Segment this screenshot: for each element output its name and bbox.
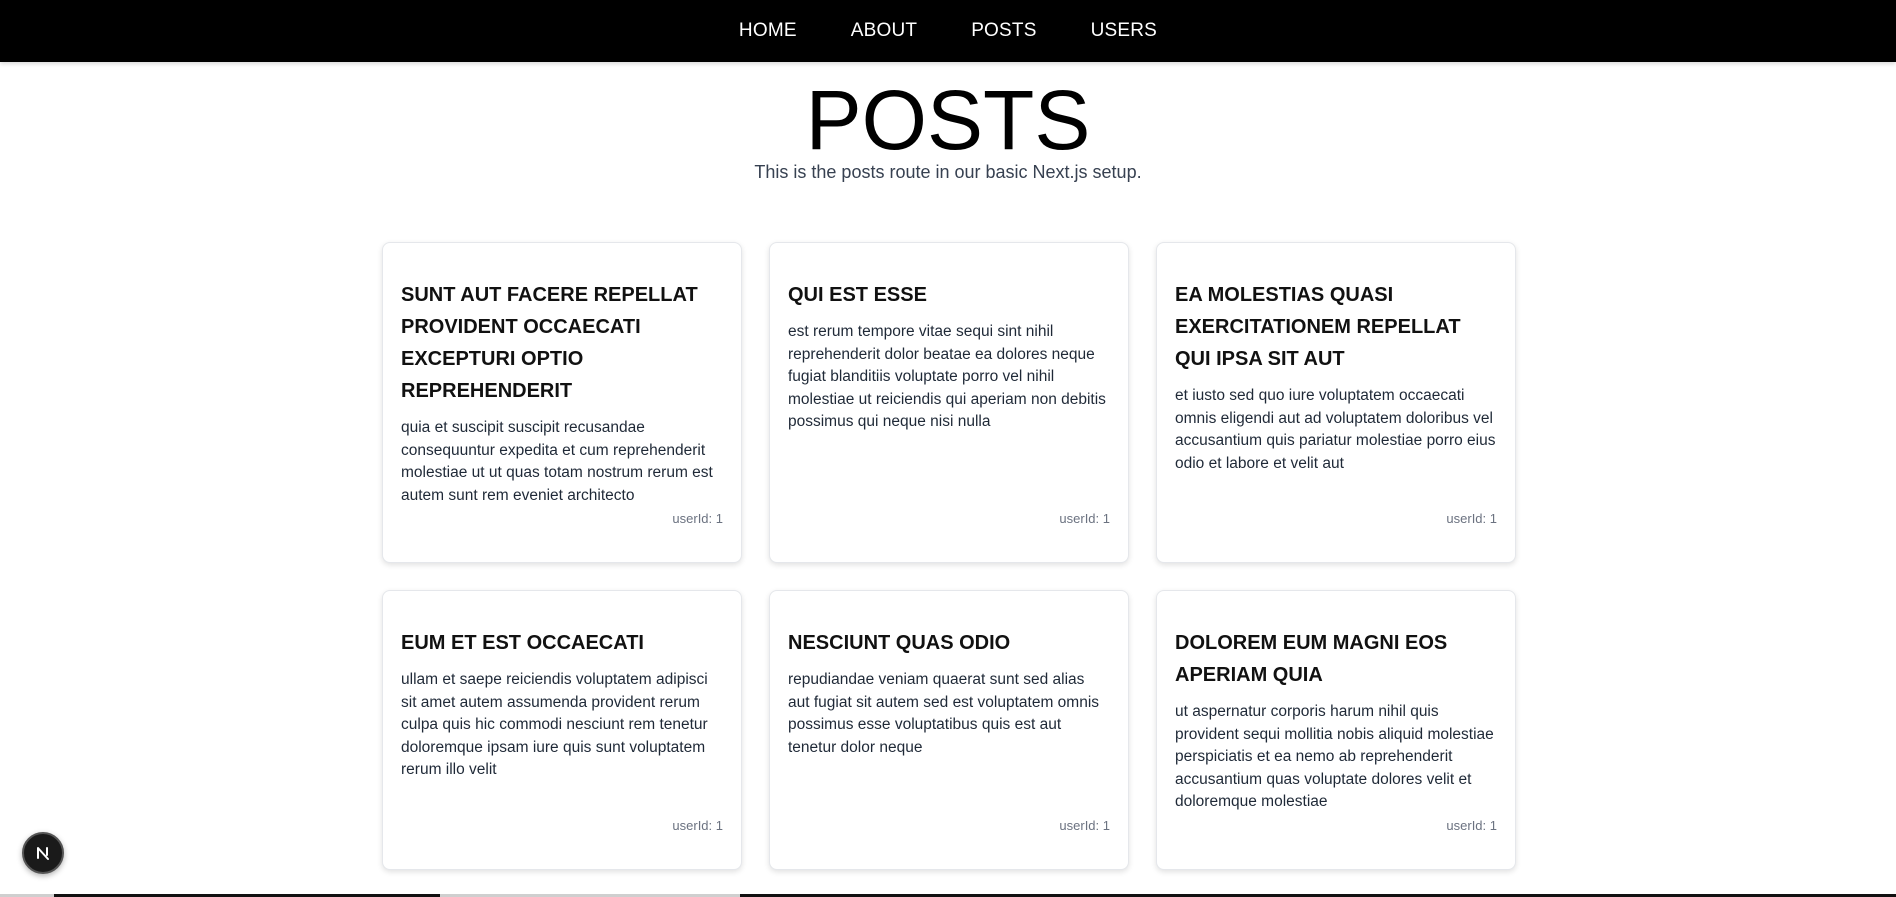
post-title: ea molestias quasi exercitationem repell… xyxy=(1175,284,1461,370)
post-body: est rerum tempore vitae sequi sint nihil… xyxy=(788,323,1106,430)
post-card[interactable]: qui est esse est rerum tempore vitae seq… xyxy=(769,242,1129,563)
post-title: dolorem eum magni eos aperiam quia xyxy=(1175,632,1448,686)
post-user-id: userId: 1 xyxy=(1059,511,1110,526)
post-card[interactable]: dolorem eum magni eos aperiam quia ut as… xyxy=(1156,590,1516,870)
posts-grid: sunt aut facere repellat provident occae… xyxy=(382,242,1516,870)
post-title: sunt aut facere repellat provident occae… xyxy=(401,284,698,402)
nextjs-logo-icon xyxy=(37,847,49,860)
page-title: POSTS xyxy=(805,73,1091,167)
nextjs-dev-indicator-button[interactable] xyxy=(22,832,64,874)
nav-link-home[interactable]: HOME xyxy=(739,20,797,42)
page-subtitle: This is the posts route in our basic Nex… xyxy=(754,162,1142,182)
top-navbar: HOME ABOUT POSTS USERS xyxy=(0,0,1896,62)
post-user-id: userId: 1 xyxy=(672,511,723,526)
post-user-id: userId: 1 xyxy=(672,818,723,833)
post-body: et iusto sed quo iure voluptatem occaeca… xyxy=(1175,387,1496,472)
nav-link-about[interactable]: ABOUT xyxy=(851,20,917,42)
nav-link-posts[interactable]: POSTS xyxy=(971,20,1036,42)
post-body: quia et suscipit suscipit recusandae con… xyxy=(401,419,713,504)
post-card[interactable]: nesciunt quas odio repudiandae veniam qu… xyxy=(769,590,1129,870)
post-title: qui est esse xyxy=(788,284,927,306)
post-body: ut aspernatur corporis harum nihil quis … xyxy=(1175,703,1494,810)
post-card[interactable]: eum et est occaecati ullam et saepe reic… xyxy=(382,590,742,870)
post-card[interactable]: ea molestias quasi exercitationem repell… xyxy=(1156,242,1516,563)
post-card[interactable]: sunt aut facere repellat provident occae… xyxy=(382,242,742,563)
post-body: ullam et saepe reiciendis voluptatem adi… xyxy=(401,671,708,778)
post-title: nesciunt quas odio xyxy=(788,632,1011,654)
nav-link-users[interactable]: USERS xyxy=(1091,20,1157,42)
post-title: eum et est occaecati xyxy=(401,632,644,654)
post-user-id: userId: 1 xyxy=(1059,818,1110,833)
post-user-id: userId: 1 xyxy=(1446,511,1497,526)
post-user-id: userId: 1 xyxy=(1446,818,1497,833)
post-body: repudiandae veniam quaerat sunt sed alia… xyxy=(788,671,1100,756)
